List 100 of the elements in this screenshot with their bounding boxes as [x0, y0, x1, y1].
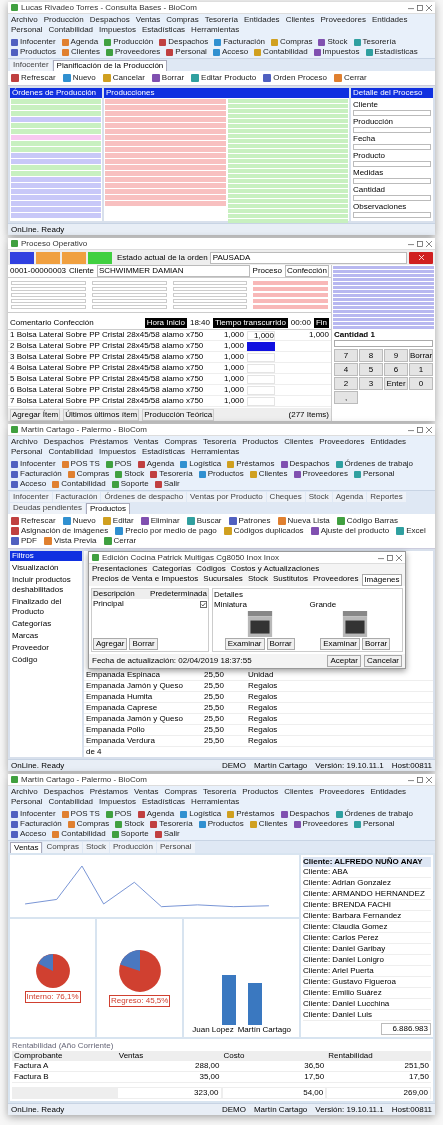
table-row[interactable] — [227, 139, 348, 143]
list-row[interactable] — [333, 302, 434, 305]
ribbon-button[interactable]: Nueva Lista — [277, 516, 330, 526]
menu-item[interactable]: Préstamos — [89, 437, 128, 447]
toolbar-button[interactable]: Proveedores — [105, 47, 161, 57]
tab[interactable]: Stock — [82, 842, 109, 853]
input-field[interactable] — [353, 161, 431, 167]
ribbon-button[interactable]: Editar Producto — [191, 73, 257, 83]
toolbar-button[interactable]: Producción — [104, 37, 154, 47]
menu-item[interactable]: Entidades — [370, 787, 407, 797]
input-field[interactable] — [353, 127, 431, 133]
order-row[interactable] — [11, 213, 101, 218]
toolbar-button[interactable]: Infocenter — [11, 459, 56, 469]
input-field[interactable] — [353, 212, 431, 218]
ribbon-button[interactable]: Código Barras — [336, 516, 398, 526]
table-row[interactable] — [227, 169, 348, 173]
table-row[interactable] — [227, 204, 348, 208]
toolbar-button[interactable]: Clientes — [249, 469, 288, 479]
menu-item[interactable]: Tesorería — [204, 15, 239, 25]
toolbar-button[interactable]: Órdenes de trabajo — [335, 459, 414, 469]
dialog-tab[interactable]: Sucursales — [202, 574, 244, 586]
client-item[interactable]: Cliente: Daniel Lucchina — [303, 999, 431, 1010]
table-row[interactable] — [227, 199, 348, 203]
maximize-icon[interactable] — [417, 240, 423, 247]
table-row[interactable] — [105, 111, 226, 116]
table-row[interactable] — [227, 189, 348, 193]
table-row[interactable] — [227, 99, 348, 103]
menu-item[interactable]: Despachos — [43, 437, 84, 447]
tab[interactable]: Personal — [156, 842, 195, 853]
toolbar-button[interactable]: Stock — [115, 819, 145, 829]
toolbar-button[interactable]: Impuestos — [313, 47, 360, 57]
menu-item[interactable]: Despachos — [43, 787, 84, 797]
menu-item[interactable]: Tesorería — [202, 787, 237, 797]
menu-item[interactable]: Personal — [11, 797, 43, 807]
footer-tab[interactable]: Agregar Ítem — [10, 408, 61, 421]
tab[interactable]: Reportes — [367, 492, 406, 502]
toolbar-button[interactable]: Despachos — [280, 459, 330, 469]
list-row[interactable] — [333, 270, 434, 273]
close-icon[interactable] — [426, 4, 432, 11]
menu-item[interactable]: Impuestos — [99, 797, 136, 807]
keypad-key[interactable]: 0 — [409, 377, 433, 390]
table-row[interactable] — [105, 177, 226, 182]
toolbar-button[interactable]: Productos — [11, 47, 57, 57]
ribbon-button[interactable]: Editar — [102, 516, 134, 526]
keypad-key[interactable]: 6 — [384, 363, 408, 376]
dialog-button[interactable]: Borrar — [362, 638, 391, 650]
menu-item[interactable]: Herramientas — [191, 447, 240, 457]
table-row[interactable] — [227, 124, 348, 128]
keypad-key[interactable]: 3 — [359, 377, 383, 390]
client-item[interactable]: Cliente: ALFREDO NUÑO ANAY — [303, 857, 431, 867]
tab[interactable]: Stock — [305, 492, 332, 502]
tab[interactable]: Agenda — [332, 492, 367, 502]
menu-item[interactable]: Contabilidad — [48, 25, 94, 35]
table-row[interactable] — [227, 134, 348, 138]
menu-item[interactable]: Estadísticas — [141, 797, 186, 807]
menu-item[interactable]: Entidades — [244, 15, 280, 25]
order-row[interactable] — [11, 177, 101, 182]
table-row[interactable] — [227, 194, 348, 198]
menu-item[interactable]: Productos — [242, 787, 279, 797]
input-field[interactable] — [11, 305, 86, 309]
ribbon-button[interactable]: Buscar — [186, 516, 222, 526]
dialog-tab[interactable]: Categorías — [151, 564, 193, 574]
input-field[interactable] — [11, 293, 86, 297]
tab[interactable]: Infocenter — [10, 60, 52, 71]
table-row[interactable] — [227, 149, 348, 153]
client-item[interactable]: Cliente: Adrian Gonzalez — [303, 878, 431, 889]
list-row[interactable] — [333, 322, 434, 325]
list-row[interactable] — [333, 318, 434, 321]
table-row[interactable] — [227, 184, 348, 188]
order-row[interactable] — [11, 195, 101, 200]
table-row[interactable] — [105, 195, 226, 200]
menu-item[interactable]: Impuestos — [99, 447, 136, 457]
table-row[interactable] — [105, 153, 226, 158]
ribbon-button[interactable]: Orden Proceso — [263, 73, 327, 83]
toolbar-button[interactable]: Tesorería — [150, 469, 193, 479]
menu-item[interactable]: Ventas — [133, 787, 159, 797]
ribbon-button[interactable]: Patrones — [228, 516, 271, 526]
table-row[interactable] — [227, 114, 348, 118]
input-field[interactable] — [172, 299, 248, 303]
maximize-icon[interactable] — [417, 776, 423, 783]
input-field[interactable] — [172, 281, 248, 285]
dialog-tab[interactable]: Costos y Actualizaciones — [229, 564, 321, 574]
toolbar-button[interactable]: Compras — [271, 37, 313, 47]
table-row[interactable] — [227, 144, 348, 148]
table-row[interactable] — [105, 201, 226, 206]
ribbon-button[interactable]: Nuevo — [62, 73, 96, 83]
menu-item[interactable]: Proveedores — [320, 15, 366, 25]
done-cell[interactable] — [247, 352, 275, 362]
order-row[interactable] — [11, 207, 101, 212]
close-icon[interactable] — [426, 426, 432, 433]
table-row[interactable] — [105, 99, 226, 104]
done-cell[interactable] — [247, 385, 275, 395]
order-row[interactable] — [11, 153, 101, 158]
keypad-key[interactable]: Borrar — [409, 349, 433, 362]
toolbar-button[interactable]: Soporte — [111, 479, 149, 489]
client-item[interactable]: Cliente: Daniel Lonigro — [303, 955, 431, 966]
menu-item[interactable]: Contabilidad — [48, 797, 94, 807]
list-item[interactable]: Principal — [93, 599, 124, 609]
toolbar-button[interactable]: Contabilidad — [52, 479, 106, 489]
done-cell[interactable]: 1,000 — [247, 330, 275, 340]
